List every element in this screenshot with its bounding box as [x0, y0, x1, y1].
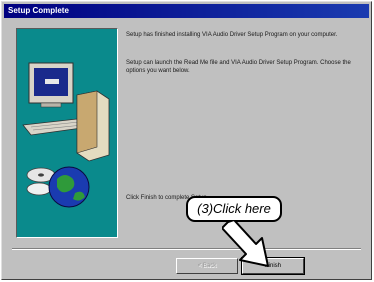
- title-bar: Setup Complete: [4, 4, 369, 18]
- setup-illustration-panel: [16, 28, 118, 238]
- setup-complete-dialog: Setup Complete Setup has finished instal…: [1, 1, 372, 280]
- computer-with-globe-icon: [22, 62, 110, 208]
- window-title: Setup Complete: [8, 6, 69, 15]
- arrow-icon: [222, 220, 269, 267]
- install-finished-message: Setup has finished installing VIA Audio …: [126, 32, 338, 38]
- button-separator: [12, 248, 361, 250]
- click-here-callout: (3)Click here: [186, 196, 282, 222]
- launch-options-message: Setup can launch the Read Me file and VI…: [126, 60, 351, 74]
